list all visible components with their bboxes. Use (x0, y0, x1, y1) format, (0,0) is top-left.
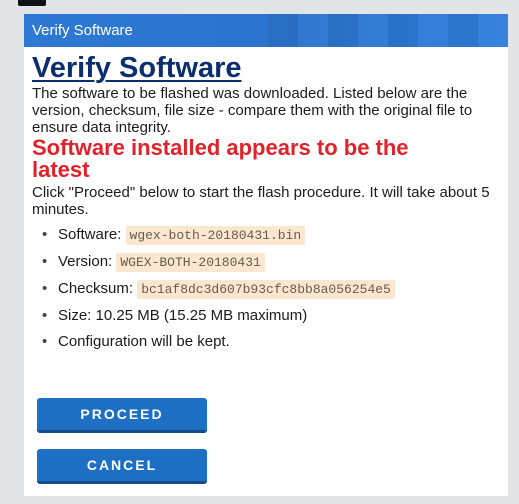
titlebar-shade (268, 14, 508, 47)
software-label: Software: (58, 226, 126, 243)
latest-warning: Software installed appears to be the lat… (32, 135, 409, 182)
proceed-button[interactable]: PROCEED (37, 398, 207, 433)
instruction-text: Click "Proceed" below to start the flash… (32, 184, 490, 218)
checksum-label: Checksum: (58, 280, 138, 297)
cancel-button[interactable]: CANCEL (37, 449, 207, 484)
checksum-value: bc1af8dc3d607b93cfc8bb8a056254e5 (137, 280, 395, 299)
config-text: Configuration will be kept. (58, 333, 230, 350)
dialog-title: Verify Software (32, 22, 133, 39)
fact-size: Size: 10.25 MB (15.25 MB maximum) (42, 303, 508, 329)
fact-checksum: Checksum: bc1af8dc3d607b93cfc8bb8a056254… (42, 276, 508, 303)
intro-text: The software to be flashed was downloade… (32, 85, 473, 136)
size-text: Size: 10.25 MB (15.25 MB maximum) (58, 307, 308, 324)
software-filename: wgex-both-20180431.bin (125, 226, 306, 245)
verify-software-dialog: Verify Software Verify Software The soft… (24, 14, 508, 496)
dialog-content: Verify Software The software to be flash… (24, 47, 508, 355)
software-facts-list: Software: wgex-both-20180431.bin Version… (32, 222, 508, 355)
fact-version: Version: WGEX-BOTH-20180431 (42, 249, 508, 276)
fact-config: Configuration will be kept. (42, 329, 508, 355)
fact-software: Software: wgex-both-20180431.bin (42, 222, 508, 249)
page-heading: Verify Software (32, 52, 242, 84)
version-value: WGEX-BOTH-20180431 (116, 253, 265, 272)
dialog-titlebar: Verify Software (24, 14, 508, 47)
background-sliver (18, 0, 46, 6)
version-label: Version: (58, 253, 117, 270)
